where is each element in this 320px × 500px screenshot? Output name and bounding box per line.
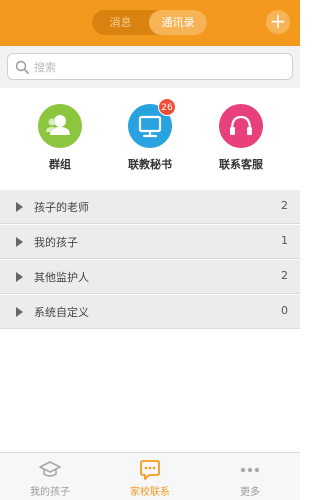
expand-arrow-icon xyxy=(16,307,23,317)
search-input[interactable] xyxy=(34,58,284,76)
search-bar xyxy=(0,46,300,88)
group-count: 2 xyxy=(281,269,288,282)
group-count: 0 xyxy=(281,304,288,317)
header-bar: 消息 通讯录 + xyxy=(0,0,300,46)
expand-arrow-icon xyxy=(16,237,23,247)
unread-badge: 26 xyxy=(158,98,176,116)
quick-actions: 群组 26 联教秘书 联系客服 xyxy=(0,88,300,182)
bottom-tab-bar: 我的孩子 家校联系 更多 xyxy=(0,452,300,500)
quick-action-label: 联系客服 xyxy=(219,158,263,171)
contact-group-list: 孩子的老师 2 我的孩子 1 其他监护人 2 系统自定义 0 xyxy=(0,190,300,330)
search-icon xyxy=(15,60,29,74)
graduation-cap-icon xyxy=(39,461,61,477)
tab-my-children[interactable]: 我的孩子 xyxy=(0,453,100,500)
list-item-system-custom[interactable]: 系统自定义 0 xyxy=(0,295,300,329)
quick-action-secretary[interactable]: 26 联教秘书 xyxy=(105,98,195,172)
segment-control: 消息 通讯录 xyxy=(92,10,207,35)
more-dots-icon xyxy=(240,467,260,473)
group-label: 孩子的老师 xyxy=(34,201,89,214)
quick-action-label: 群组 xyxy=(49,158,71,171)
quick-action-label: 联教秘书 xyxy=(128,158,172,171)
tab-label: 我的孩子 xyxy=(30,487,70,498)
group-count: 1 xyxy=(281,234,288,247)
quick-action-service[interactable]: 联系客服 xyxy=(196,104,286,172)
group-label: 系统自定义 xyxy=(34,306,89,319)
group-label: 其他监护人 xyxy=(34,271,89,284)
monitor-icon: 26 xyxy=(128,98,176,148)
tab-label: 家校联系 xyxy=(130,487,170,498)
expand-arrow-icon xyxy=(16,202,23,212)
group-count: 2 xyxy=(281,199,288,212)
tab-home-school[interactable]: 家校联系 xyxy=(100,453,200,500)
chat-bubble-icon xyxy=(140,460,160,480)
expand-arrow-icon xyxy=(16,272,23,282)
add-button[interactable]: + xyxy=(266,10,290,34)
list-item-teachers[interactable]: 孩子的老师 2 xyxy=(0,190,300,224)
group-label: 我的孩子 xyxy=(34,236,78,249)
quick-action-group[interactable]: 群组 xyxy=(15,104,105,172)
tab-label: 更多 xyxy=(240,487,260,498)
search-box[interactable] xyxy=(7,53,293,80)
list-item-other-guardians[interactable]: 其他监护人 2 xyxy=(0,260,300,294)
tab-contacts[interactable]: 通讯录 xyxy=(149,10,207,35)
tab-messages[interactable]: 消息 xyxy=(92,10,149,35)
list-item-my-children[interactable]: 我的孩子 1 xyxy=(0,225,300,259)
headset-icon xyxy=(219,104,263,148)
tab-more[interactable]: 更多 xyxy=(200,453,300,500)
group-icon xyxy=(38,104,82,148)
